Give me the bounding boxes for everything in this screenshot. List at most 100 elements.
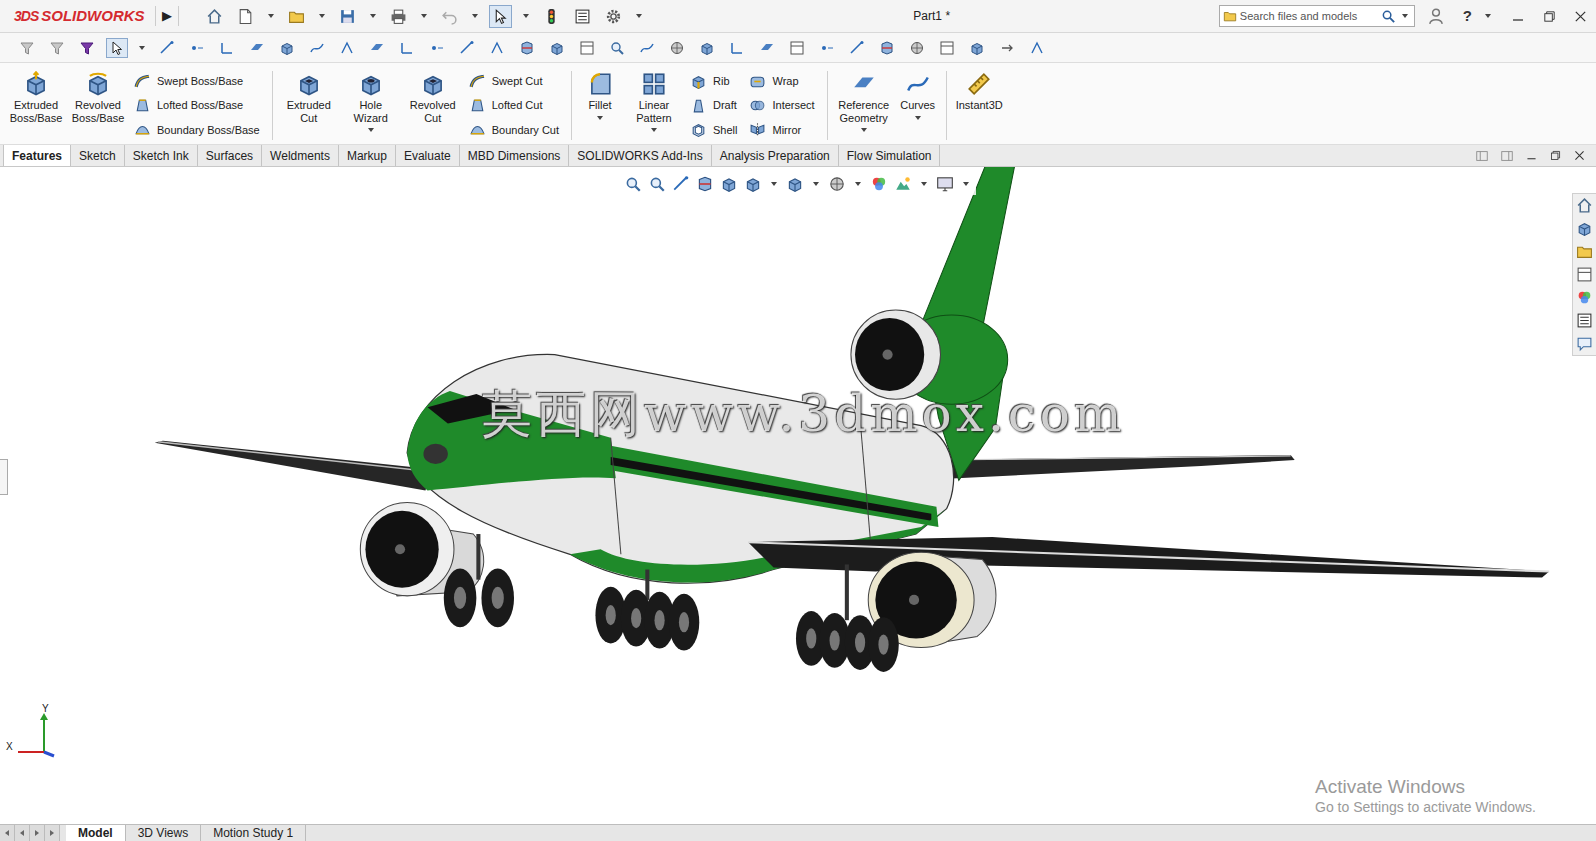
lofted-cut-button[interactable]: Lofted Cut [469,94,559,116]
shell-icon[interactable] [690,121,707,138]
line-icon[interactable] [729,40,745,56]
lofted-boss-base-button[interactable]: Lofted Boss/Base [134,94,260,116]
shell-button[interactable]: Shell [690,119,737,141]
print-icon[interactable] [390,8,407,25]
tile-right-icon[interactable] [1500,149,1514,163]
wrap-button[interactable]: Wrap [749,70,814,92]
light-button[interactable] [540,5,563,28]
instant3d-icon[interactable] [966,71,992,97]
cube-icon[interactable] [744,175,762,193]
palette-icon[interactable] [870,175,888,193]
line-filter-button[interactable] [396,38,418,58]
dropdown-caret[interactable] [855,182,861,186]
dropdown-caret[interactable] [651,128,657,132]
line-filter-button[interactable] [726,38,748,58]
folder-icon[interactable] [1576,243,1593,260]
dropdown-caret[interactable] [1402,14,1408,18]
line-icon[interactable] [219,40,235,56]
draft-button[interactable]: Draft [690,94,737,116]
sketch-filter-button[interactable] [636,38,658,58]
reference-geometry-icon[interactable] [851,71,877,97]
curves-icon[interactable] [905,71,931,97]
axis-filter-button[interactable] [486,38,508,58]
scroll-previous-button[interactable] [15,825,30,841]
panel-icon[interactable] [939,40,955,56]
mirror-button[interactable]: Mirror [749,119,814,141]
restore-icon[interactable] [1549,149,1562,162]
folder-icon[interactable] [288,8,305,25]
dropdown-indicator[interactable] [912,114,924,122]
dropdown-indicator[interactable] [594,114,606,122]
dropdown-indicator[interactable] [648,126,660,134]
fillet-icon[interactable] [587,71,613,97]
tile-left-icon[interactable] [1475,149,1489,163]
folder-button[interactable] [285,5,308,28]
cube-icon[interactable] [720,175,738,193]
cube-icon[interactable] [699,40,715,56]
close-icon[interactable] [1573,149,1586,162]
panel-filter-button[interactable] [576,38,598,58]
line-filter-button[interactable] [216,38,238,58]
arrows-filter-button[interactable] [996,38,1018,58]
command-tab[interactable]: Flow Simulation [839,145,941,166]
dropdown-caret[interactable] [861,128,867,132]
extruded-cut-icon[interactable] [296,71,322,97]
swept-cut-button[interactable]: Swept Cut [469,70,559,92]
gear-icon[interactable] [605,8,622,25]
search-box[interactable] [1219,5,1415,28]
reference-geometry-button[interactable]: Reference Geometry [834,69,894,142]
command-tab[interactable]: Analysis Preparation [712,145,839,166]
dropdown-caret[interactable] [1485,14,1491,18]
sketch-filter-button[interactable] [306,38,328,58]
axis-filter-button[interactable] [336,38,358,58]
axis-icon[interactable] [1029,40,1045,56]
instant3d-button[interactable]: Instant3D [953,69,1006,142]
doc-button[interactable] [234,5,257,28]
user-icon[interactable] [1427,7,1445,25]
dropdown-caret[interactable] [636,14,642,18]
dropdown-caret[interactable] [771,182,777,186]
filter-icon[interactable] [79,40,95,56]
zoom-filter-button[interactable] [606,38,628,58]
list-button[interactable] [571,5,594,28]
plane-icon[interactable] [759,40,775,56]
edge-filter-button[interactable] [456,38,478,58]
swept-cut-icon[interactable] [469,73,486,90]
dropdown-indicator[interactable] [365,126,377,134]
help-button[interactable]: ? [1453,5,1474,28]
zoom-icon[interactable] [624,175,642,193]
monitor-icon[interactable] [936,175,954,193]
extruded-cut-button[interactable]: Extruded Cut [279,69,339,142]
point-icon[interactable] [429,40,445,56]
filter-icon[interactable] [19,40,35,56]
command-tab[interactable]: MBD Dimensions [460,145,570,166]
lofted-cut-icon[interactable] [469,97,486,114]
light-icon[interactable] [543,8,560,25]
boundary-boss-base-button[interactable]: Boundary Boss/Base [134,119,260,141]
sketch-icon[interactable] [639,40,655,56]
swept-boss-base-icon[interactable] [134,73,151,90]
graphics-area[interactable]: 莫西网www.3dmox.comYXActivate WindowsGo to … [0,167,1596,824]
section-filter-button[interactable] [516,38,538,58]
close-icon[interactable] [1573,9,1588,24]
cube-filter-button[interactable] [276,38,298,58]
fillet-button[interactable]: Fillet [578,69,622,142]
boundary-boss-base-icon[interactable] [134,121,151,138]
list-icon[interactable] [1576,312,1593,329]
sphere-icon[interactable] [669,40,685,56]
mirror-icon[interactable] [749,121,766,138]
undo-icon[interactable] [441,8,458,25]
intersect-icon[interactable] [749,97,766,114]
dropdown-caret[interactable] [915,116,921,120]
model-tab[interactable]: Motion Study 1 [201,825,306,841]
filter-icon[interactable] [49,40,65,56]
filter-button[interactable] [76,38,98,58]
filter-button[interactable] [16,38,38,58]
lofted-boss-base-icon[interactable] [134,97,151,114]
command-tab[interactable]: Markup [339,145,396,166]
sketch-icon[interactable] [309,40,325,56]
sphere-filter-button[interactable] [666,38,688,58]
section-icon[interactable] [879,40,895,56]
save-button[interactable] [336,5,359,28]
dropdown-caret[interactable] [370,14,376,18]
